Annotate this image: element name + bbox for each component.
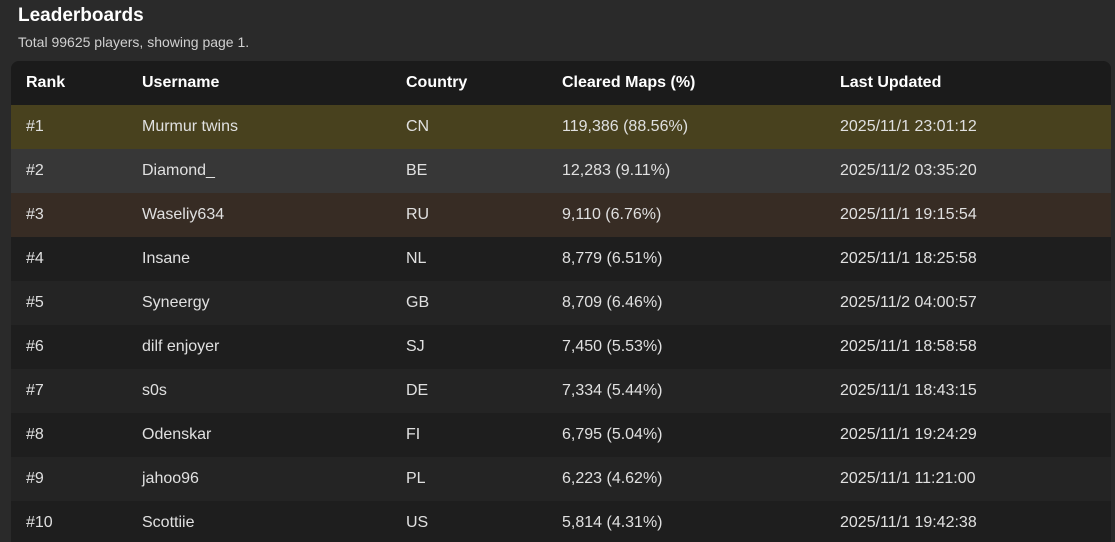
rank-cell: #4 <box>26 250 44 267</box>
last-updated-cell: 2025/11/1 23:01:12 <box>840 118 977 135</box>
country-cell: DE <box>406 382 429 399</box>
rank-cell: #9 <box>26 470 44 487</box>
table-row[interactable]: #4 Insane NL 8,779 (6.51%) 2025/11/1 18:… <box>11 237 1111 281</box>
rank-cell: #5 <box>26 294 44 311</box>
country-cell: RU <box>406 206 430 223</box>
last-updated-cell: 2025/11/1 11:21:00 <box>840 470 976 487</box>
last-updated-cell: 2025/11/1 18:25:58 <box>840 250 977 267</box>
page-title: Leaderboards <box>18 5 144 26</box>
username-cell[interactable]: Syneergy <box>142 281 210 325</box>
leaderboard-page: Leaderboards Total 99625 players, showin… <box>0 0 1115 542</box>
rank-cell: #6 <box>26 338 44 355</box>
column-header-last-updated[interactable]: Last Updated <box>840 61 941 105</box>
table-row[interactable]: #2 Diamond_ BE 12,283 (9.11%) 2025/11/2 … <box>11 149 1111 193</box>
table-row[interactable]: #7 s0s DE 7,334 (5.44%) 2025/11/1 18:43:… <box>11 369 1111 413</box>
page-header: Leaderboards Total 99625 players, showin… <box>18 4 249 51</box>
last-updated-cell: 2025/11/2 03:35:20 <box>840 162 977 179</box>
cleared-maps-cell: 7,450 (5.53%) <box>562 338 663 355</box>
table-row[interactable]: #5 Syneergy GB 8,709 (6.46%) 2025/11/2 0… <box>11 281 1111 325</box>
rank-cell: #3 <box>26 206 44 223</box>
last-updated-cell: 2025/11/1 18:43:15 <box>840 382 977 399</box>
table-row[interactable]: #10 Scottiie US 5,814 (4.31%) 2025/11/1 … <box>11 501 1111 542</box>
country-cell: GB <box>406 294 430 311</box>
country-cell: CN <box>406 118 430 135</box>
table-row[interactable]: #3 Waseliy634 RU 9,110 (6.76%) 2025/11/1… <box>11 193 1111 237</box>
country-cell: FI <box>406 426 421 443</box>
username-cell[interactable]: s0s <box>142 369 167 413</box>
last-updated-cell: 2025/11/1 19:42:38 <box>840 514 977 531</box>
cleared-maps-cell: 6,795 (5.04%) <box>562 426 663 443</box>
country-cell: PL <box>406 470 426 487</box>
username-cell[interactable]: jahoo96 <box>142 457 199 501</box>
column-header-cleared-maps[interactable]: Cleared Maps (%) <box>562 61 695 105</box>
cleared-maps-cell: 12,283 (9.11%) <box>562 162 671 179</box>
table-row[interactable]: #1 Murmur twins CN 119,386 (88.56%) 2025… <box>11 105 1111 149</box>
last-updated-cell: 2025/11/1 19:24:29 <box>840 426 977 443</box>
cleared-maps-cell: 6,223 (4.62%) <box>562 470 663 487</box>
username-cell[interactable]: Diamond_ <box>142 149 215 193</box>
table-row[interactable]: #8 Odenskar FI 6,795 (5.04%) 2025/11/1 1… <box>11 413 1111 457</box>
username-cell[interactable]: dilf enjoyer <box>142 325 219 369</box>
rank-cell: #2 <box>26 162 44 179</box>
rank-cell: #7 <box>26 382 44 399</box>
username-cell[interactable]: Scottiie <box>142 501 194 542</box>
column-header-rank[interactable]: Rank <box>26 61 65 105</box>
cleared-maps-cell: 5,814 (4.31%) <box>562 514 663 531</box>
cleared-maps-cell: 7,334 (5.44%) <box>562 382 663 399</box>
cleared-maps-cell: 9,110 (6.76%) <box>562 206 662 223</box>
username-cell[interactable]: Murmur twins <box>142 105 238 149</box>
cleared-maps-cell: 119,386 (88.56%) <box>562 118 689 135</box>
rank-cell: #10 <box>26 514 53 531</box>
cleared-maps-cell: 8,779 (6.51%) <box>562 250 663 267</box>
column-header-username[interactable]: Username <box>142 61 219 105</box>
last-updated-cell: 2025/11/1 18:58:58 <box>840 338 977 355</box>
country-cell: US <box>406 514 429 531</box>
rank-cell: #8 <box>26 426 44 443</box>
table-row[interactable]: #9 jahoo96 PL 6,223 (4.62%) 2025/11/1 11… <box>11 457 1111 501</box>
page-subtitle: Total 99625 players, showing page 1. <box>18 34 250 50</box>
cleared-maps-cell: 8,709 (6.46%) <box>562 294 663 311</box>
country-cell: NL <box>406 250 427 267</box>
username-cell[interactable]: Waseliy634 <box>142 193 224 237</box>
last-updated-cell: 2025/11/1 19:15:54 <box>840 206 977 223</box>
rank-cell: #1 <box>26 118 44 135</box>
column-header-country[interactable]: Country <box>406 61 467 105</box>
table-header-row: Rank Username Country Cleared Maps (%) L… <box>11 61 1111 105</box>
username-cell[interactable]: Odenskar <box>142 413 211 457</box>
table-row[interactable]: #6 dilf enjoyer SJ 7,450 (5.53%) 2025/11… <box>11 325 1111 369</box>
country-cell: BE <box>406 162 428 179</box>
country-cell: SJ <box>406 338 425 355</box>
last-updated-cell: 2025/11/2 04:00:57 <box>840 294 977 311</box>
leaderboard-table: Rank Username Country Cleared Maps (%) L… <box>11 61 1111 542</box>
username-cell[interactable]: Insane <box>142 237 190 281</box>
